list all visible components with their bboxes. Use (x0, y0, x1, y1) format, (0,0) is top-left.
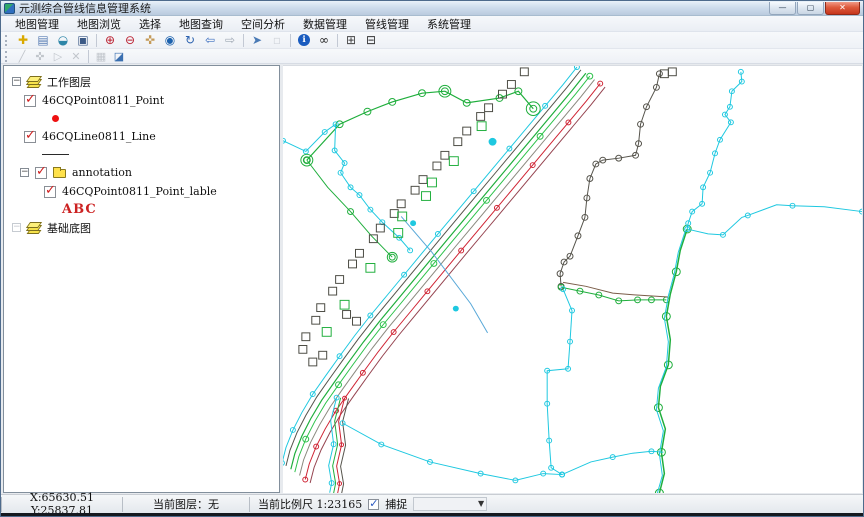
menu-item[interactable]: 地图查询 (170, 15, 232, 33)
map-canvas[interactable] (283, 65, 862, 493)
toolbar-edit: ╱✜▷✕ ▦◪ (1, 49, 863, 64)
refresh-icon[interactable]: ↻ (180, 33, 200, 48)
map-svg[interactable] (283, 66, 862, 493)
select-features-icon[interactable]: ➤ (247, 33, 267, 48)
expand-toggle[interactable]: − (20, 168, 29, 177)
zoom-out-icon[interactable]: ⊖ (120, 33, 140, 48)
layer-label[interactable]: 工作图层 (47, 74, 91, 90)
layers-icon (27, 76, 41, 88)
identify-icon[interactable]: ℹ (294, 33, 314, 48)
menu-item[interactable]: 地图管理 (6, 15, 68, 33)
tree-legend-row: ABC (4, 201, 279, 218)
save-icon[interactable]: ▣ (73, 33, 93, 48)
toolbar-grip[interactable] (5, 35, 9, 46)
layer-label[interactable]: 46CQPoint0811_Point (42, 94, 164, 107)
tree-item-row: − 基础底图 (4, 218, 279, 237)
content-area: − 工作图层 ✓ 46CQPoint0811_Point ✓ 46CQLine0811_L… (1, 64, 863, 494)
toolbar-main: ✚▤◒▣ ⊕⊖✜◉↻⇦⇨ ➤▫ ℹ∞ ⊞⊟ (1, 32, 863, 49)
plot-icon[interactable]: ⊟ (361, 33, 381, 48)
menu-item[interactable]: 管线管理 (356, 15, 418, 33)
menu-item[interactable]: 系统管理 (418, 15, 480, 33)
previous-view-icon[interactable]: ⇦ (200, 33, 220, 48)
expand-toggle[interactable]: − (12, 223, 21, 232)
attribute-table-icon: ▦ (92, 50, 110, 63)
snap-label: 捕捉 (385, 496, 407, 512)
tree-item-row: ✓ 46CQLine0811_Line (4, 127, 279, 146)
layer-tree-panel: − 工作图层 ✓ 46CQPoint0811_Point ✓ 46CQLine0811_L… (3, 65, 280, 493)
clear-selection-icon: ▫ (267, 33, 287, 48)
delete-feature-icon: ✕ (67, 50, 85, 63)
add-data-icon[interactable]: ✚ (13, 33, 33, 48)
find-icon[interactable]: ∞ (314, 33, 334, 48)
menu-item[interactable]: 选择 (130, 15, 170, 33)
minimize-button[interactable]: — (769, 2, 796, 15)
status-current-layer: 当前图层：无 (123, 496, 249, 512)
layer-checkbox[interactable]: ✓ (44, 186, 56, 198)
layer-label[interactable]: 基础底图 (47, 220, 91, 236)
snap-combobox[interactable]: ▼ (413, 497, 487, 511)
pan-icon[interactable]: ✜ (140, 33, 160, 48)
add-layer-icon[interactable]: ◒ (53, 33, 73, 48)
bottom-edge (1, 513, 863, 516)
expand-toggle[interactable]: − (12, 77, 21, 86)
menu-item[interactable]: 地图浏览 (68, 15, 130, 33)
folder-icon (53, 169, 66, 178)
layer-label[interactable]: 46CQLine0811_Line (42, 130, 156, 143)
point-symbol-legend (52, 115, 59, 122)
next-view-icon[interactable]: ⇨ (220, 33, 240, 48)
status-bar: X:65630.51 Y:25837.81 当前图层：无 当前比例尺 1:231… (1, 494, 863, 513)
full-extent-icon[interactable]: ◉ (160, 33, 180, 48)
menubar: 地图管理地图浏览选择地图查询空间分析数据管理管线管理系统管理 (1, 16, 863, 32)
layer-checkbox[interactable]: ✓ (24, 95, 36, 107)
move-feature-icon: ✜ (31, 50, 49, 63)
layers-icon (27, 222, 41, 234)
layer-label[interactable]: 46CQPoint0811_Point_lable (62, 185, 217, 198)
select-arrow-icon: ▷ (49, 50, 67, 63)
toolbar-grip[interactable] (5, 51, 9, 62)
status-scale: 当前比例尺 1:23165 (258, 496, 362, 512)
tree-legend-row (4, 146, 279, 163)
line-symbol-legend (42, 154, 69, 155)
export-map-icon[interactable]: ◪ (110, 50, 128, 63)
snap-checkbox[interactable]: ✓ (368, 499, 379, 510)
draw-line-icon: ╱ (13, 50, 31, 63)
layer-label[interactable]: annotation (72, 166, 132, 179)
tree-item-row: −✓ annotation (4, 163, 279, 182)
menu-item[interactable]: 数据管理 (294, 15, 356, 33)
chevron-down-icon: ▼ (478, 499, 484, 508)
tree-legend-row (4, 110, 279, 127)
label-symbol-legend: ABC (62, 202, 97, 217)
coordinates-icon[interactable]: ⊞ (341, 33, 361, 48)
app-window: 元测综合管线信息管理系统 — ▢ ✕ 地图管理地图浏览选择地图查询空间分析数据管… (0, 0, 864, 517)
tree-item-row: ✓ 46CQPoint0811_Point_lable (4, 182, 279, 201)
add-database-icon[interactable]: ▤ (33, 33, 53, 48)
tree-item-row: − 工作图层 (4, 72, 279, 91)
layer-checkbox[interactable]: ✓ (35, 167, 47, 179)
app-icon (4, 3, 15, 14)
close-button[interactable]: ✕ (825, 2, 860, 15)
tree-item-row: ✓ 46CQPoint0811_Point (4, 91, 279, 110)
zoom-in-icon[interactable]: ⊕ (100, 33, 120, 48)
menu-item[interactable]: 空间分析 (232, 15, 294, 33)
layer-checkbox[interactable]: ✓ (24, 131, 36, 143)
maximize-button[interactable]: ▢ (797, 2, 824, 15)
